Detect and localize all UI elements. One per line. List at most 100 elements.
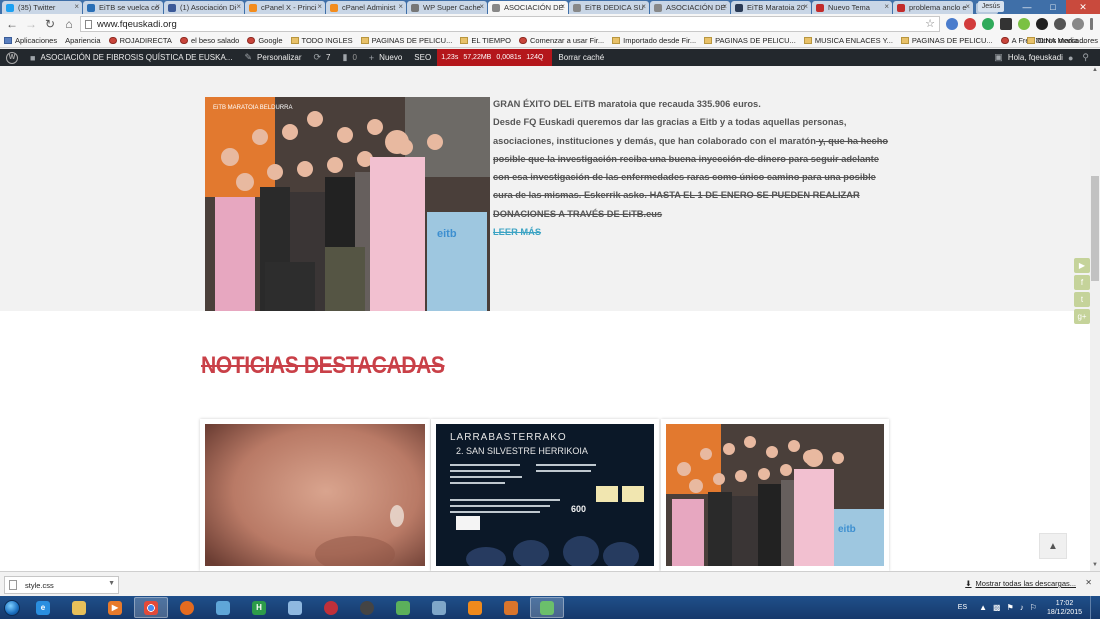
wp-logo-menu[interactable]: W bbox=[0, 49, 24, 66]
search-icon[interactable]: ⚲ bbox=[1082, 52, 1089, 63]
download-item[interactable]: style.css ▼ bbox=[4, 576, 119, 594]
extension-icon[interactable] bbox=[1000, 18, 1012, 30]
youtube-icon[interactable]: ▶ bbox=[1074, 258, 1090, 273]
browser-tab[interactable]: cPanel X - Princi × bbox=[245, 1, 325, 14]
extension-icon[interactable] bbox=[1036, 18, 1048, 30]
chevron-down-icon[interactable]: ▼ bbox=[108, 580, 115, 587]
close-tab-icon[interactable]: × bbox=[398, 2, 403, 11]
browser-tab[interactable]: ASOCIACIÓN DE × bbox=[650, 1, 730, 14]
google-plus-icon[interactable]: g+ bbox=[1074, 309, 1090, 324]
profile-badge[interactable]: Jesús bbox=[977, 1, 1004, 12]
bookmark-item[interactable]: Comenzar a usar Fir... bbox=[518, 36, 604, 45]
back-icon[interactable]: ← bbox=[4, 16, 20, 32]
customize-link[interactable]: ✎ Personalizar bbox=[238, 49, 307, 66]
close-tab-icon[interactable]: × bbox=[155, 2, 160, 11]
scrollbar-thumb[interactable] bbox=[1091, 176, 1099, 281]
browser-tab[interactable]: ASOCIACIÓN DE × bbox=[488, 1, 568, 14]
maximize-icon[interactable]: □ bbox=[1040, 0, 1066, 14]
bookmark-item[interactable]: el beso salado bbox=[179, 36, 239, 45]
browser-tab[interactable]: EiTB DEDICA SU × bbox=[569, 1, 649, 14]
taskbar-app[interactable] bbox=[350, 597, 384, 618]
taskbar-vlc[interactable] bbox=[458, 597, 492, 618]
start-button[interactable] bbox=[0, 597, 24, 619]
bookmark-item[interactable]: PAGINAS DE PELICU... bbox=[704, 36, 796, 45]
flag-icon[interactable]: ⚑ bbox=[1007, 603, 1014, 612]
comments-link[interactable]: ▮ 0 bbox=[337, 49, 363, 66]
user-greeting[interactable]: Hola, fqeuskadi bbox=[1008, 53, 1063, 62]
browser-tab[interactable]: Nuevo Tema × bbox=[812, 1, 892, 14]
updates-link[interactable]: ⟳ 7 bbox=[308, 49, 337, 66]
minimize-icon[interactable]: — bbox=[1014, 0, 1040, 14]
user-avatar-icon[interactable]: ● bbox=[1068, 53, 1073, 63]
clock[interactable]: 17:02 18/12/2015 bbox=[1047, 599, 1082, 617]
show-desktop-button[interactable] bbox=[1090, 596, 1100, 619]
forward-icon[interactable]: → bbox=[23, 16, 39, 32]
scroll-to-top-button[interactable]: ▲ bbox=[1039, 533, 1067, 559]
close-window-icon[interactable]: ✕ bbox=[1066, 0, 1100, 14]
extension-icon[interactable] bbox=[946, 18, 958, 30]
bookmark-item[interactable]: TODO INGLES bbox=[290, 36, 353, 45]
read-more-link[interactable]: LEER MÁS bbox=[493, 223, 893, 241]
extension-icon[interactable] bbox=[1072, 18, 1084, 30]
taskbar-app[interactable] bbox=[530, 597, 564, 618]
browser-tab[interactable]: WP Super Cache × bbox=[407, 1, 487, 14]
taskbar-app[interactable] bbox=[206, 597, 240, 618]
flag-icon[interactable]: ⚐ bbox=[1030, 603, 1037, 612]
close-icon[interactable]: ✕ bbox=[1085, 578, 1092, 587]
news-card[interactable]: LARRABASTERRAKO 2. SAN SILVESTRE HERRIKO… bbox=[431, 419, 659, 571]
extension-icon[interactable] bbox=[982, 18, 994, 30]
browser-tab[interactable]: EiTB Maratoia 20 × bbox=[731, 1, 811, 14]
new-content-menu[interactable]: + Nuevo bbox=[363, 49, 408, 66]
close-tab-icon[interactable]: × bbox=[641, 2, 646, 11]
browser-tab[interactable]: (35) Twitter × bbox=[2, 1, 82, 14]
extension-icon[interactable] bbox=[1054, 18, 1066, 30]
post-headline[interactable]: GRAN ÉXITO DEL EiTB maratoia que recauda… bbox=[493, 95, 893, 113]
taskbar-ie[interactable]: e bbox=[26, 597, 60, 618]
twitter-icon[interactable]: t bbox=[1074, 292, 1090, 307]
site-name-menu[interactable]: ■ ASOCIACIÓN DE FIBROSIS QUÍSTICA DE EUSK… bbox=[24, 49, 238, 66]
close-tab-icon[interactable]: × bbox=[803, 2, 808, 11]
scroll-up-icon[interactable]: ▲ bbox=[1091, 67, 1099, 75]
taskbar-app[interactable] bbox=[386, 597, 420, 618]
featured-post-image[interactable]: eitb EiTB MARATOIA BELDURRA bbox=[205, 97, 490, 311]
monitor-icon[interactable]: ▣ bbox=[994, 52, 1003, 63]
taskbar-app[interactable] bbox=[278, 597, 312, 618]
address-bar[interactable]: www.fqeuskadi.org ☆ bbox=[80, 16, 940, 32]
scroll-down-icon[interactable]: ▼ bbox=[1091, 562, 1099, 570]
news-card[interactable]: eitb bbox=[661, 419, 889, 571]
bookmark-item[interactable]: PAGINAS DE PELICU... bbox=[360, 36, 452, 45]
home-icon[interactable]: ⌂ bbox=[61, 16, 77, 32]
bookmark-item[interactable]: Apariencia bbox=[65, 36, 100, 45]
bookmark-item[interactable]: Aplicaciones bbox=[4, 36, 57, 45]
close-tab-icon[interactable]: × bbox=[722, 2, 727, 11]
language-indicator[interactable]: ES bbox=[958, 604, 967, 611]
reload-icon[interactable]: ↻ bbox=[42, 16, 58, 32]
bookmark-item[interactable]: EL TIEMPO bbox=[460, 36, 511, 45]
taskbar-app[interactable] bbox=[494, 597, 528, 618]
taskbar-chrome[interactable] bbox=[134, 597, 168, 618]
close-tab-icon[interactable]: × bbox=[965, 2, 970, 11]
menu-icon[interactable] bbox=[1090, 18, 1093, 30]
seo-menu[interactable]: SEO bbox=[408, 49, 437, 66]
other-bookmarks-folder[interactable]: Otros marcadores bbox=[1026, 36, 1098, 45]
bookmark-item[interactable]: PAGINAS DE PELICU... bbox=[900, 36, 993, 45]
bookmark-item[interactable]: ROJADIRECTA bbox=[108, 36, 172, 45]
taskbar-app[interactable] bbox=[314, 597, 348, 618]
close-tab-icon[interactable]: × bbox=[236, 2, 241, 11]
adblock-icon[interactable] bbox=[964, 18, 976, 30]
clear-cache-link[interactable]: Borrar caché bbox=[552, 49, 610, 66]
browser-tab[interactable]: EiTB se vuelca co × bbox=[83, 1, 163, 14]
close-tab-icon[interactable]: × bbox=[479, 2, 484, 11]
bookmark-item[interactable]: MUSICA ENLACES Y... bbox=[803, 36, 893, 45]
volume-icon[interactable]: ♪ bbox=[1020, 603, 1024, 612]
bookmark-item[interactable]: Importado desde Fir... bbox=[612, 36, 696, 45]
browser-tab[interactable]: cPanel Administ × bbox=[326, 1, 406, 14]
facebook-icon[interactable]: f bbox=[1074, 275, 1090, 290]
browser-tab[interactable]: problema anclo e × bbox=[893, 1, 973, 14]
bookmark-item[interactable]: Google bbox=[247, 36, 283, 45]
bookmark-star-icon[interactable]: ☆ bbox=[925, 17, 935, 30]
close-tab-icon[interactable]: × bbox=[317, 2, 322, 11]
taskbar-firefox[interactable] bbox=[170, 597, 204, 618]
news-card[interactable] bbox=[200, 419, 430, 571]
network-icon[interactable]: ▩ bbox=[993, 603, 1001, 612]
